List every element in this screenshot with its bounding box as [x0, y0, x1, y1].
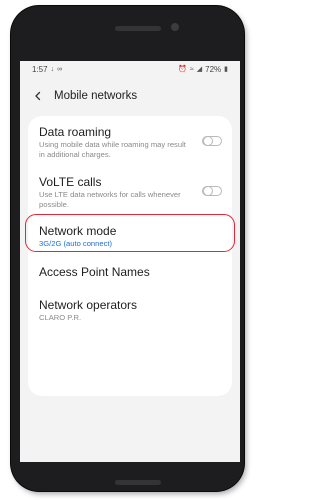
access-point-names-title: Access Point Names: [39, 265, 150, 279]
earpiece-speaker: [115, 26, 161, 31]
status-bar: 1:57 ↓ ∞ ⏰ ≈ ◢ 72% ▮: [20, 61, 240, 77]
network-operators-subtitle: CLARO P.R.: [39, 313, 82, 322]
status-time: 1:57: [32, 64, 48, 74]
battery-percent: 72%: [205, 64, 222, 74]
wifi-icon: ≈: [189, 65, 194, 73]
toggle-knob: [203, 185, 213, 196]
bottom-speaker: [115, 480, 161, 485]
settings-card: Data roaming Using mobile data while roa…: [25, 116, 235, 396]
phone-screen: 1:57 ↓ ∞ ⏰ ≈ ◢ 72% ▮ Mobile networks Dat…: [20, 61, 240, 462]
voicemail-icon: ∞: [57, 65, 63, 73]
access-point-names-row[interactable]: Access Point Names: [28, 253, 232, 288]
data-roaming-row[interactable]: Data roaming Using mobile data while roa…: [28, 116, 232, 166]
front-camera: [171, 23, 179, 31]
data-roaming-subtitle: Using mobile data while roaming may resu…: [39, 140, 186, 159]
toggle-knob: [203, 135, 213, 146]
network-mode-row[interactable]: Network mode 3G/2G (auto connect): [28, 215, 232, 252]
back-arrow-icon[interactable]: [30, 88, 46, 104]
app-header: Mobile networks: [20, 77, 240, 115]
network-operators-row[interactable]: Network operators CLARO P.R.: [28, 288, 232, 328]
volte-calls-row[interactable]: VoLTE calls Use LTE data networks for ca…: [28, 166, 232, 214]
page-title: Mobile networks: [54, 90, 138, 102]
data-roaming-title: Data roaming: [39, 125, 112, 139]
battery-icon: ▮: [224, 65, 228, 73]
alarm-icon: ⏰: [178, 65, 187, 73]
network-operators-title: Network operators: [39, 298, 138, 312]
download-icon: ↓: [50, 65, 55, 73]
data-roaming-toggle[interactable]: [202, 135, 222, 146]
volte-calls-title: VoLTE calls: [39, 175, 102, 189]
volte-calls-subtitle: Use LTE data networks for calls whenever…: [39, 190, 181, 209]
network-mode-value: 3G/2G (auto connect): [39, 239, 113, 248]
volte-calls-toggle[interactable]: [202, 185, 222, 196]
signal-icon: ◢: [196, 65, 203, 73]
network-mode-title: Network mode: [39, 224, 117, 238]
